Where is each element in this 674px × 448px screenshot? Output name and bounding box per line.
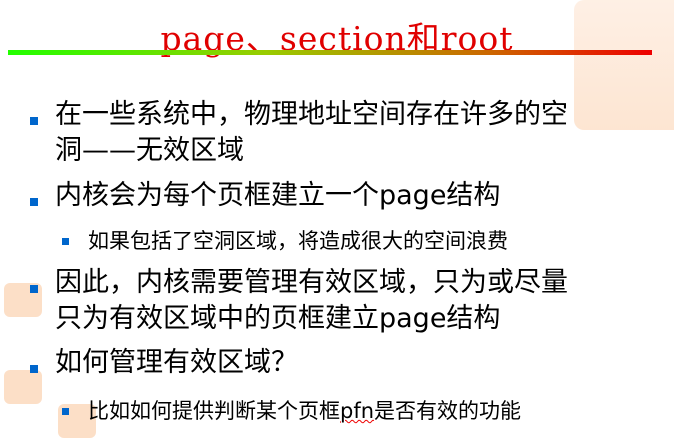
seal-watermark (4, 370, 42, 404)
bullet-icon (30, 365, 38, 373)
bullet-text: 在一些系统中，物理地址空间存在许多的空 (55, 99, 568, 130)
bullet-text: 因此，内核需要管理有效区域，只为或尽量 (55, 267, 568, 298)
bullet-icon (30, 198, 38, 206)
sub-bullet-text: 比如如何提供判断某个页框pfn是否有效的功能 (88, 395, 521, 425)
bullet-icon (30, 285, 38, 293)
bullet-text: 洞——无效区域 (55, 135, 244, 166)
sub-text-part: 是否有效的功能 (374, 399, 522, 423)
bullet-text: 只为有效区域中的页框建立page结构 (55, 303, 501, 334)
spellcheck-word: pfn (340, 399, 375, 423)
sub-bullet-icon (62, 238, 69, 245)
bullet-text: 如何管理有效区域？ (55, 347, 298, 378)
sub-bullet-text: 如果包括了空洞区域，将造成很大的空间浪费 (88, 229, 508, 253)
bullet-text: 内核会为每个页框建立一个page结构 (55, 180, 501, 211)
sub-bullet-icon (62, 408, 69, 415)
bullet-icon (30, 117, 38, 125)
sub-text-part: 比如如何提供判断某个页框 (88, 399, 340, 423)
title-gradient-rule (8, 50, 652, 55)
